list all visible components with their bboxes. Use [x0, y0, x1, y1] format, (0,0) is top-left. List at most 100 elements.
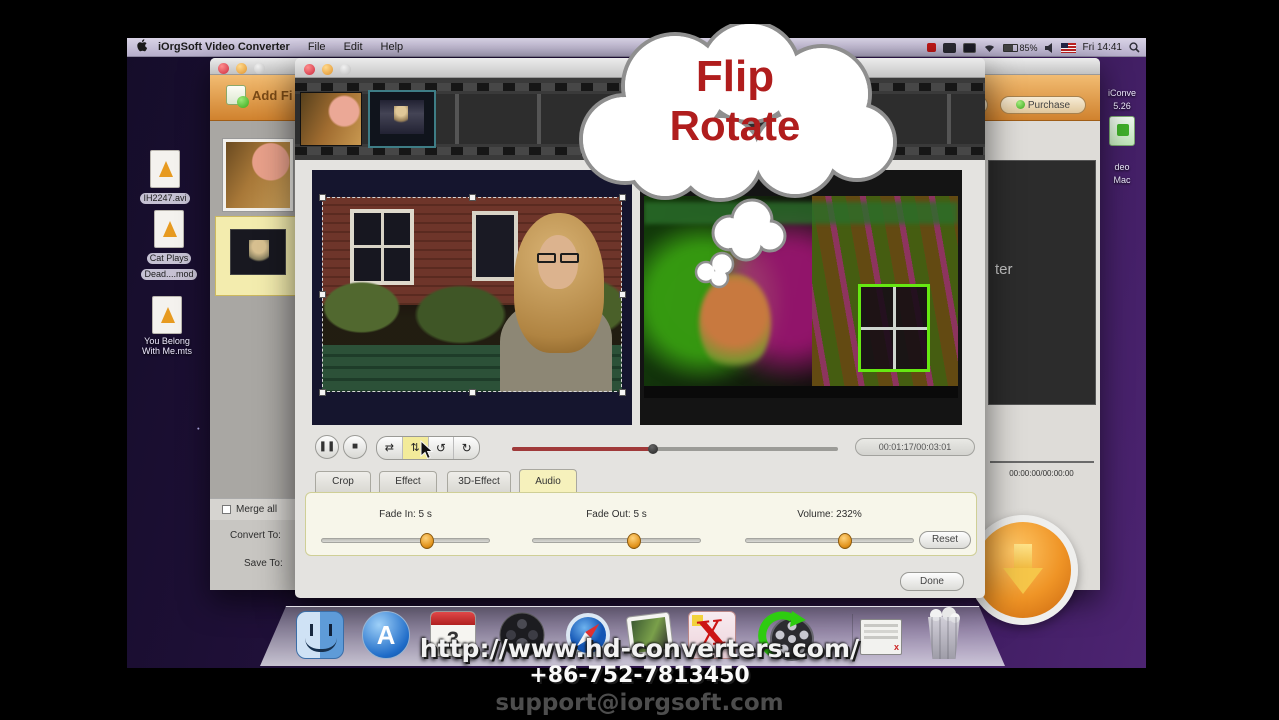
- playback-progress-track[interactable]: [512, 444, 838, 454]
- selection-handle-br[interactable]: [619, 389, 626, 396]
- merge-checkbox[interactable]: [222, 505, 231, 514]
- minimize-button[interactable]: [236, 63, 247, 74]
- main-preview-panel: ter 00:00:00/00:00:00: [968, 121, 1100, 625]
- menu-file[interactable]: File: [299, 41, 335, 53]
- desktop-icon-avi[interactable]: IH2247.avi: [133, 150, 197, 206]
- desktop-icon-label: iConve: [1107, 88, 1136, 98]
- stop-button[interactable]: ■: [343, 435, 367, 459]
- video-file-icon: [150, 150, 180, 188]
- selection-handle-tm[interactable]: [469, 194, 476, 201]
- tab-crop[interactable]: Crop: [315, 471, 371, 492]
- fade-out-label: Fade Out: 5 s: [586, 509, 647, 520]
- desktop-icon-label2: 5.26: [1113, 101, 1131, 111]
- desktop-icon-label: deo: [1114, 162, 1130, 172]
- callout-text: Flip Rotate: [605, 52, 865, 150]
- tab-3d-effect[interactable]: 3D-Effect: [447, 471, 511, 492]
- record-status-icon[interactable]: [926, 43, 936, 52]
- menu-clock[interactable]: Fri 14:41: [1083, 42, 1122, 53]
- minimize-button[interactable]: [322, 64, 333, 75]
- merge-row: Merge all: [210, 498, 302, 520]
- desktop-icon-label: Cat Plays: [146, 253, 192, 264]
- main-seek-slider[interactable]: [990, 461, 1094, 463]
- fade-out-knob[interactable]: [627, 533, 641, 549]
- playback-progress-fill: [512, 447, 653, 451]
- fade-in-slider[interactable]: [321, 533, 490, 549]
- promo-email: support@iorgsoft.com: [495, 690, 784, 716]
- tab-audio-active[interactable]: Audio: [519, 469, 577, 492]
- apple-logo-icon: [137, 39, 148, 52]
- selection-handle-tl[interactable]: [319, 194, 326, 201]
- menu-help[interactable]: Help: [372, 41, 413, 53]
- desktop-icon-video-mac[interactable]: deo Mac: [1099, 160, 1145, 186]
- flipped-window: [858, 284, 930, 372]
- fade-out-slider[interactable]: [532, 533, 701, 549]
- output-preview-pane: [640, 170, 962, 425]
- file-thumbnail: [226, 142, 290, 208]
- video-file-icon: [154, 210, 184, 248]
- selection-handle-mr[interactable]: [619, 291, 626, 298]
- desktop-icon-label2: Dead....mod: [141, 269, 197, 280]
- file-list-item-2-selected[interactable]: [215, 216, 299, 296]
- battery-indicator[interactable]: 85%: [1002, 42, 1038, 53]
- menu-edit[interactable]: Edit: [335, 41, 372, 53]
- file-thumbnail: [230, 229, 286, 275]
- apple-menu-icon[interactable]: [127, 39, 156, 55]
- fade-in-knob[interactable]: [420, 533, 434, 549]
- mouse-cursor: [420, 440, 434, 460]
- clip-thumbnail-1[interactable]: [300, 92, 362, 146]
- volume-slider[interactable]: [745, 533, 914, 549]
- tab-effect[interactable]: Effect: [379, 471, 437, 492]
- done-button[interactable]: Done: [900, 572, 964, 591]
- spotlight-icon[interactable]: [1129, 42, 1140, 53]
- zoom-button[interactable]: [254, 63, 265, 74]
- wifi-icon[interactable]: [983, 43, 996, 53]
- desktop-icon-you-belong[interactable]: You Belong With Me.mts: [135, 296, 199, 357]
- menu-app-name[interactable]: iOrgSoft Video Converter: [156, 41, 299, 53]
- desktop-icon-cat-plays[interactable]: Cat Plays Dead....mod: [137, 210, 201, 282]
- selection-handle-bm[interactable]: [469, 389, 476, 396]
- merge-label: Merge all: [236, 504, 278, 515]
- zoom-button[interactable]: [340, 64, 351, 75]
- battery-percent: 85%: [1019, 42, 1038, 53]
- file-list-item-1[interactable]: [222, 138, 294, 212]
- watermark-text: ter: [995, 261, 1013, 278]
- purchase-button[interactable]: Purchase: [1000, 96, 1086, 114]
- flip-horizontal-button[interactable]: ⇄: [377, 437, 403, 459]
- fade-in-label: Fade In: 5 s: [379, 509, 432, 520]
- callout-line1: Flip: [695, 52, 775, 101]
- volume-icon[interactable]: [1044, 42, 1054, 53]
- selection-handle-bl[interactable]: [319, 389, 326, 396]
- purchase-label: Purchase: [1027, 100, 1071, 111]
- purchase-cart-icon: [1015, 100, 1025, 109]
- menu-extra-icon[interactable]: [942, 42, 956, 53]
- output-video-flipped: [644, 196, 958, 398]
- clip-thumbnail-2-selected[interactable]: [368, 90, 436, 148]
- crop-selection[interactable]: [319, 194, 626, 396]
- flip-rotate-callout: Flip Rotate: [570, 20, 900, 204]
- desktop-icon-label2: With Me.mts: [141, 346, 192, 356]
- convert-to-label: Convert To:: [230, 530, 281, 541]
- add-file-button[interactable]: Add Fi: [226, 85, 292, 108]
- installer-icon: [1109, 116, 1135, 146]
- close-button[interactable]: [218, 63, 229, 74]
- video-frame: iOrgSoft Video Converter File Edit Help …: [0, 0, 1279, 720]
- battery-icon: [1002, 43, 1018, 52]
- promo-url: http://www.hd-converters.com/: [419, 634, 860, 663]
- close-button[interactable]: [304, 64, 315, 75]
- volume-label: Volume: 232%: [797, 509, 862, 520]
- callout-line2: Rotate: [669, 102, 801, 149]
- rotate-cw-button[interactable]: ↻: [454, 437, 479, 459]
- playback-progress-knob[interactable]: [648, 444, 658, 454]
- input-language-flag-icon[interactable]: [1060, 42, 1076, 53]
- selection-handle-ml[interactable]: [319, 291, 326, 298]
- volume-knob[interactable]: [838, 533, 852, 549]
- desktop-icon-label2: Mac: [1113, 175, 1131, 185]
- reset-button[interactable]: Reset: [919, 531, 971, 549]
- main-time-display: 00:00:00/00:00:00: [1009, 469, 1074, 478]
- desktop-icon-converter-dmg[interactable]: iConve 5.26: [1099, 86, 1145, 146]
- audio-panel: Fade In: 5 s Fade Out: 5 s Volume: 232% …: [305, 492, 977, 556]
- pause-button[interactable]: ❚❚: [315, 435, 339, 459]
- menu-extra2-icon[interactable]: [962, 42, 976, 53]
- add-file-icon: [226, 85, 249, 108]
- output-settings-strip: Convert To: Save To:: [210, 520, 302, 590]
